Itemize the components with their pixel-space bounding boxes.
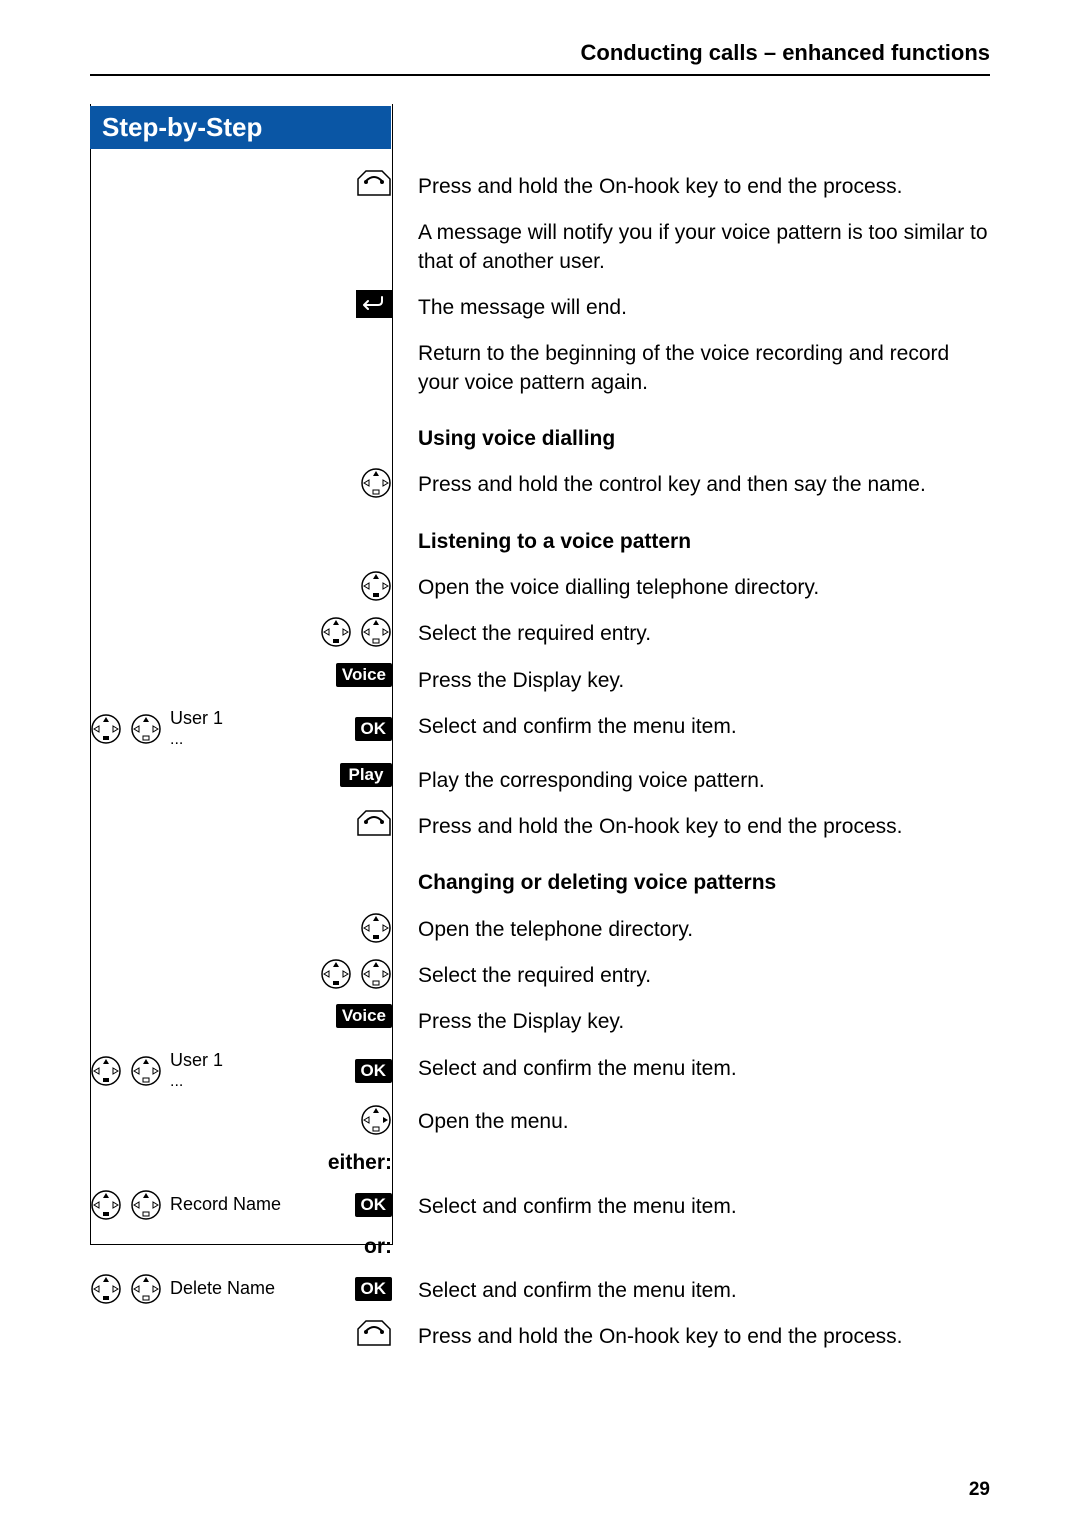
- ok-key: OK: [355, 1059, 393, 1083]
- step-text: Select and confirm the menu item.: [400, 1273, 990, 1305]
- ok-key: OK: [355, 717, 393, 741]
- step-text: Select and confirm the menu item.: [400, 1189, 990, 1221]
- manual-page: Conducting calls – enhanced functions St…: [0, 0, 1080, 1529]
- menu-item-record-name: Record Name: [170, 1195, 281, 1215]
- control-key-icon: [320, 958, 352, 990]
- return-key-icon: [356, 290, 392, 318]
- control-key-icon: [90, 713, 122, 745]
- step-text: The message will end.: [400, 290, 990, 322]
- running-header: Conducting calls – enhanced functions: [90, 40, 990, 76]
- subheading-change-delete: Changing or deleting voice patterns: [400, 865, 990, 897]
- menu-item-user1: User 1 ...: [170, 1051, 223, 1091]
- voice-softkey: Voice: [336, 663, 392, 687]
- control-key-icon: [360, 1104, 392, 1136]
- subheading-using-voice-dialling: Using voice dialling: [400, 421, 990, 453]
- menu-item-ellipsis: ...: [170, 731, 183, 748]
- step-text: Press the Display key.: [400, 663, 990, 695]
- control-key-icon: [360, 570, 392, 602]
- step-text: Select the required entry.: [400, 616, 990, 648]
- step-text: Play the corresponding voice pattern.: [400, 763, 990, 795]
- voice-softkey: Voice: [336, 1004, 392, 1028]
- control-key-icon: [130, 1189, 162, 1221]
- control-key-icon: [360, 616, 392, 648]
- step-text: Press and hold the On-hook key to end th…: [400, 169, 990, 201]
- step-text: Press and hold the On-hook key to end th…: [400, 1319, 990, 1351]
- step-banner: Step-by-Step: [90, 106, 391, 149]
- control-key-icon: [90, 1055, 122, 1087]
- ok-key: OK: [355, 1193, 393, 1217]
- control-key-icon: [360, 958, 392, 990]
- control-key-icon: [130, 1055, 162, 1087]
- step-text: Press the Display key.: [400, 1004, 990, 1036]
- menu-item-label: User 1: [170, 708, 223, 728]
- step-text: Open the voice dialling telephone direct…: [400, 570, 990, 602]
- step-text: Press and hold the On-hook key to end th…: [400, 809, 990, 841]
- on-hook-key-icon: [356, 1319, 392, 1347]
- step-text: Return to the beginning of the voice rec…: [400, 336, 990, 397]
- control-key-icon: [130, 1273, 162, 1305]
- control-key-icon: [360, 467, 392, 499]
- step-text: A message will notify you if your voice …: [400, 215, 990, 276]
- step-text: Select and confirm the menu item.: [400, 1051, 990, 1083]
- step-text: Open the menu.: [400, 1104, 990, 1136]
- control-key-icon: [360, 912, 392, 944]
- ok-key: OK: [355, 1277, 393, 1301]
- content-area: Step-by-Step Press and hold the On-hook …: [90, 106, 990, 1352]
- either-label: either:: [328, 1151, 392, 1175]
- play-softkey: Play: [340, 763, 392, 787]
- step-text: Press and hold the control key and then …: [400, 467, 990, 499]
- menu-item-delete-name: Delete Name: [170, 1279, 275, 1299]
- control-key-icon: [130, 713, 162, 745]
- control-key-icon: [90, 1189, 122, 1221]
- control-key-icon: [320, 616, 352, 648]
- menu-item-user1: User 1 ...: [170, 709, 223, 749]
- step-text: Select and confirm the menu item.: [400, 709, 990, 741]
- step-text: Open the telephone directory.: [400, 912, 990, 944]
- on-hook-key-icon: [356, 809, 392, 837]
- control-key-icon: [90, 1273, 122, 1305]
- subheading-listening: Listening to a voice pattern: [400, 524, 990, 556]
- step-text: Select the required entry.: [400, 958, 990, 990]
- menu-item-label: User 1: [170, 1050, 223, 1070]
- or-label: or:: [364, 1235, 392, 1259]
- on-hook-key-icon: [356, 169, 392, 197]
- page-number: 29: [969, 1479, 990, 1501]
- menu-item-ellipsis: ...: [170, 1073, 183, 1090]
